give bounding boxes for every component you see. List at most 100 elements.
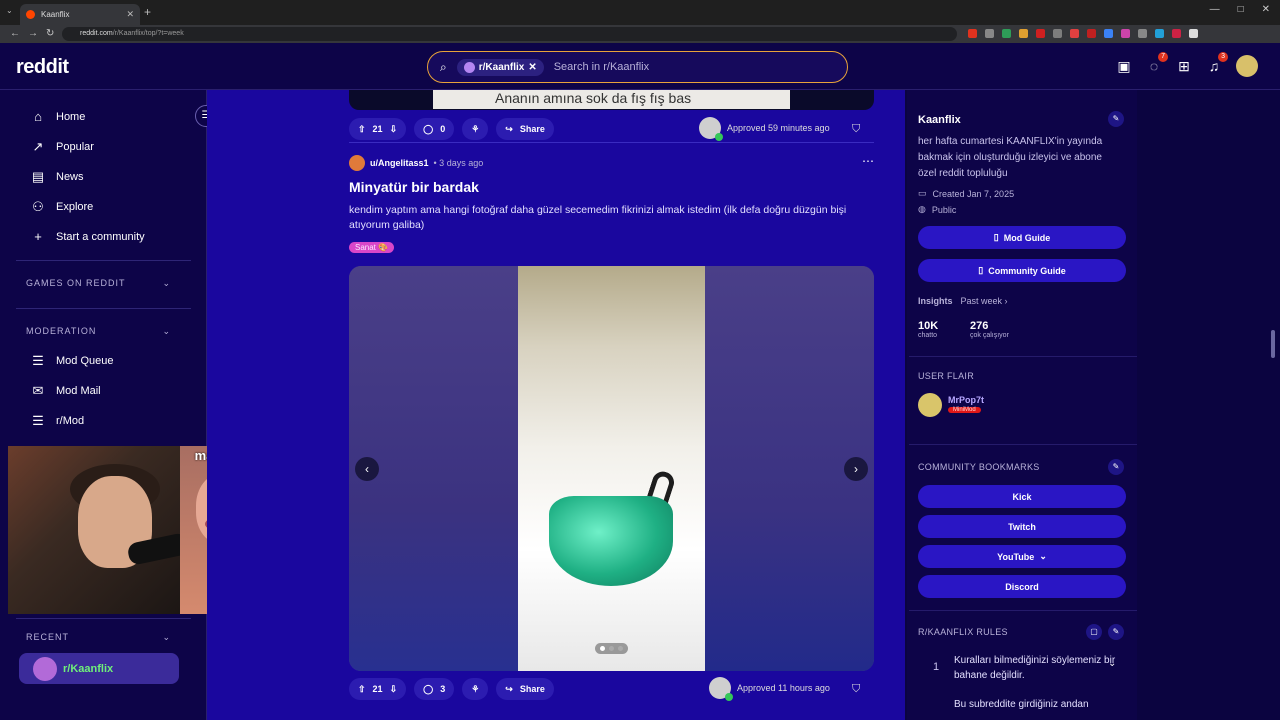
tab-search-icon[interactable]: ⌄ xyxy=(6,6,13,15)
extension-icon[interactable] xyxy=(985,29,994,38)
advertise-icon[interactable]: ▣ xyxy=(1116,58,1132,74)
sidebar-item-r-mod[interactable]: ☰ r/Mod xyxy=(30,413,84,429)
window-controls: — □ ✕ xyxy=(1210,4,1270,15)
search-scope-chip[interactable]: r/Kaanflix ✕ xyxy=(456,58,544,76)
post-author[interactable]: u/Angelitass1 xyxy=(370,158,429,168)
url-field[interactable]: reddit.com/r/Kaanflix/top/?t=week xyxy=(62,27,957,41)
search-input[interactable]: Search in r/Kaanflix xyxy=(554,61,649,73)
flair-username[interactable]: MrPop7t xyxy=(948,395,984,405)
extension-icon[interactable] xyxy=(1189,29,1198,38)
sidebar-item-start-a-community[interactable]: + Start a community xyxy=(30,229,144,244)
sidebar-item-mod-queue[interactable]: ☰ Mod Queue xyxy=(30,353,113,369)
moderation-section-header[interactable]: MODERATION ⌄ xyxy=(26,326,171,337)
clear-scope-icon[interactable]: ✕ xyxy=(528,62,536,73)
award-button[interactable]: ⚘ xyxy=(462,118,489,140)
gallery-prev-button[interactable]: ‹ xyxy=(355,457,379,481)
back-icon[interactable]: ← xyxy=(10,28,20,39)
extension-icon[interactable] xyxy=(1002,29,1011,38)
previous-post-image[interactable]: Ananın amına sok da fış fış bas xyxy=(349,90,874,110)
bookmark-youtube-button[interactable]: YouTube ⌄ xyxy=(918,545,1126,568)
user-avatar[interactable] xyxy=(1236,55,1258,77)
extension-icon[interactable] xyxy=(1087,29,1096,38)
gallery-photo xyxy=(518,266,705,671)
copy-rules-icon[interactable]: ▢ xyxy=(1086,624,1102,640)
reload-icon[interactable]: ↻ xyxy=(46,28,54,39)
page-scrollbar[interactable] xyxy=(1271,330,1275,358)
comments-button[interactable]: ◯ 0 xyxy=(414,118,455,140)
sidebar-divider xyxy=(16,260,191,261)
mod-queue-icon: ☰ xyxy=(32,353,44,368)
post-flair[interactable]: Sanat 🎨 xyxy=(349,242,395,253)
subreddit-avatar xyxy=(33,656,57,681)
gallery-next-button[interactable]: › xyxy=(844,457,868,481)
rule-1[interactable]: Kuralları bilmediğinizi söylemeniz bir b… xyxy=(954,653,1124,683)
mod-guide-button[interactable]: ▯ Mod Guide xyxy=(918,226,1126,249)
award-button[interactable]: ⚘ xyxy=(462,678,489,700)
reddit-logo[interactable]: reddit xyxy=(16,56,69,79)
gallery-dot[interactable] xyxy=(600,646,605,651)
guide-icon: ▯ xyxy=(978,265,984,275)
extension-icon[interactable] xyxy=(968,29,977,38)
sidebar-item-news[interactable]: ▤ News xyxy=(30,169,84,185)
recent-item-kaanflix[interactable]: r/Kaanflix xyxy=(19,653,179,684)
bookmark-kick-button[interactable]: Kick xyxy=(918,485,1126,508)
upvote-icon[interactable]: ⇧ xyxy=(358,124,366,135)
recent-section-header[interactable]: RECENT ⌄ xyxy=(26,632,171,643)
share-button[interactable]: ↪ Share xyxy=(496,678,554,700)
comments-button[interactable]: ◯ 3 xyxy=(414,678,455,700)
extension-icon[interactable] xyxy=(1019,29,1028,38)
new-tab-icon[interactable]: + xyxy=(144,5,151,19)
edit-rules-icon[interactable]: ✎ xyxy=(1108,624,1124,640)
extension-icon[interactable] xyxy=(1155,29,1164,38)
close-tab-icon[interactable]: ✕ xyxy=(126,9,134,20)
rule-2[interactable]: Bu subreddite girdiğiniz andan xyxy=(954,697,1124,712)
award-icon: ⚘ xyxy=(471,683,480,694)
more-options-icon[interactable]: ⋯ xyxy=(862,154,874,168)
sidebar-item-mod-mail[interactable]: ✉ Mod Mail xyxy=(30,383,101,399)
sidebar-item-home[interactable]: ⌂ Home xyxy=(30,109,85,124)
create-post-icon[interactable]: ⊞ xyxy=(1176,58,1192,74)
mod-shield-icon[interactable]: ⛉ xyxy=(852,123,860,136)
edit-pencil-icon[interactable]: ✎ xyxy=(1108,111,1124,127)
post-gallery[interactable]: ‹ › xyxy=(349,266,874,671)
insights-row[interactable]: Insights Past week › xyxy=(918,296,1008,306)
maximize-icon[interactable]: □ xyxy=(1238,4,1244,15)
mod-shield-icon[interactable]: ⛉ xyxy=(852,683,860,696)
moderator-avatar xyxy=(699,117,723,141)
sidebar-item-popular[interactable]: ↗ Popular xyxy=(30,139,94,155)
gallery-dot[interactable] xyxy=(618,646,623,651)
extension-icon[interactable] xyxy=(1172,29,1181,38)
downvote-icon[interactable]: ⇩ xyxy=(390,684,398,695)
chevron-down-icon[interactable]: ⌄ xyxy=(1108,658,1116,669)
bookmark-discord-button[interactable]: Discord xyxy=(918,575,1126,598)
edit-bookmarks-icon[interactable]: ✎ xyxy=(1108,459,1124,475)
reddit-favicon-icon xyxy=(26,10,35,19)
community-guide-button[interactable]: ▯ Community Guide xyxy=(918,259,1126,282)
gallery-dot[interactable] xyxy=(609,646,614,651)
upvote-icon[interactable]: ⇧ xyxy=(358,684,366,695)
downvote-icon[interactable]: ⇩ xyxy=(390,124,398,135)
stat-members-count: 10K xyxy=(918,320,939,332)
extension-icon[interactable] xyxy=(1121,29,1130,38)
close-window-icon[interactable]: ✕ xyxy=(1262,4,1270,15)
extension-icon[interactable] xyxy=(1036,29,1045,38)
extension-icon[interactable] xyxy=(1053,29,1062,38)
notifications-icon[interactable]: ♫ 3 xyxy=(1206,52,1228,74)
post-divider xyxy=(349,142,874,143)
sidebar-item-explore[interactable]: ⚇ Explore xyxy=(30,199,93,215)
chat-icon[interactable]: ◌ 7 xyxy=(1146,52,1168,74)
extension-icon[interactable] xyxy=(1138,29,1147,38)
browser-tab[interactable]: Kaanflix ✕ xyxy=(20,4,140,25)
author-avatar[interactable] xyxy=(349,155,365,171)
mod-guide-label: Mod Guide xyxy=(1003,232,1051,243)
post-title[interactable]: Minyatür bir bardak xyxy=(349,179,479,195)
search-bar[interactable]: ⌕ r/Kaanflix ✕ Search in r/Kaanflix xyxy=(427,51,848,83)
extension-icon[interactable] xyxy=(1104,29,1113,38)
extension-icon[interactable] xyxy=(1070,29,1079,38)
bookmark-twitch-button[interactable]: Twitch xyxy=(918,515,1126,538)
minimize-icon[interactable]: — xyxy=(1210,4,1220,15)
games-section-header[interactable]: GAMES ON REDDIT ⌄ xyxy=(26,278,171,289)
moderator-avatar xyxy=(709,677,733,701)
forward-icon[interactable]: → xyxy=(28,28,38,39)
share-button[interactable]: ↪ Share xyxy=(496,118,554,140)
